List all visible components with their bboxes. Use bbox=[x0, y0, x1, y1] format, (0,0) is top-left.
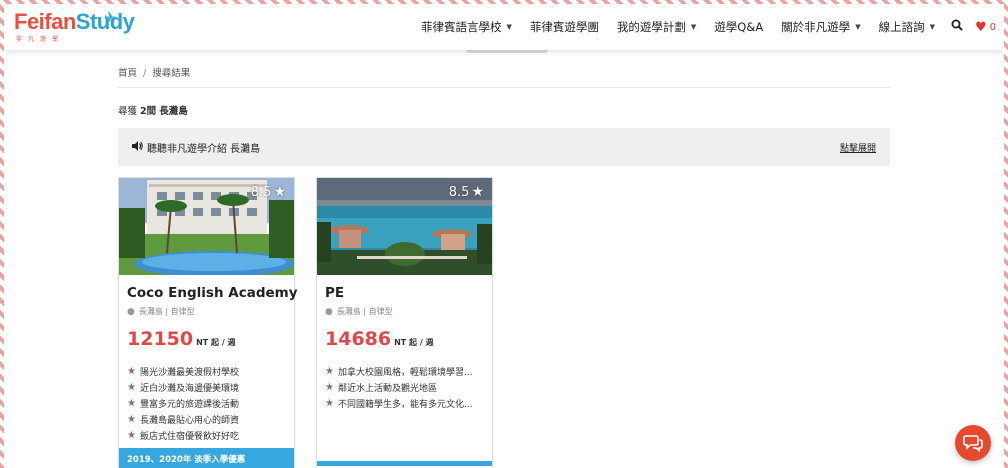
nav-qa[interactable]: 遊學Q&A bbox=[714, 19, 763, 35]
divider bbox=[118, 87, 890, 88]
header-tab-decoration bbox=[466, 50, 548, 53]
feature-item: ★ 近白沙灘及海邊優美環境 bbox=[127, 381, 239, 394]
caret-down-icon: ▼ bbox=[855, 23, 861, 31]
chat-icon bbox=[963, 435, 983, 452]
star-icon: ★ bbox=[127, 429, 136, 441]
rating: 8.5 ★ bbox=[448, 184, 484, 200]
breadcrumb-current: 搜尋結果 bbox=[152, 68, 191, 79]
feature-item: ★ 豐富多元的旅遊課後活動 bbox=[127, 397, 239, 410]
favorites-button[interactable]: ♥ 0 bbox=[975, 20, 996, 35]
site-logo[interactable]: FeifanStudy 非凡遊學 ✈ bbox=[14, 9, 135, 44]
map-pin-icon: ● bbox=[127, 306, 135, 317]
price-value: 12150 bbox=[127, 328, 194, 350]
promo-banner[interactable]: 2019、2020年 淡季入學優惠 bbox=[119, 448, 294, 468]
heart-icon: ♥ bbox=[974, 19, 987, 35]
nav-my-plan[interactable]: 我的遊學計劃 ▼ bbox=[617, 19, 696, 35]
caret-down-icon: ▼ bbox=[506, 23, 512, 31]
feature-list: ★ 陽光沙灘最美渡假村學校 ★ 近白沙灘及海邊優美環境 ★ 豐富多元的旅遊課後活動 ★… bbox=[127, 363, 239, 443]
feature-item: ★ 加拿大校園風格，輕鬆環境學習... bbox=[325, 365, 473, 378]
feature-item: ★ 陽光沙灘最美渡假村學校 bbox=[127, 365, 239, 378]
logo-subtitle: 非凡遊學 bbox=[16, 36, 65, 43]
price-unit: NT 起 / 週 bbox=[394, 338, 434, 347]
chat-button[interactable] bbox=[955, 425, 991, 461]
audio-intro-bar: 聽聽非凡遊學介紹 長灘島 點擊展開 bbox=[118, 128, 890, 166]
breadcrumb-separator: / bbox=[143, 68, 147, 79]
school-price: 12150 NT 起 / 週 bbox=[127, 328, 236, 350]
star-icon: ★ bbox=[325, 365, 334, 377]
feature-item: ★ 飯店式住宿優餐飲好好吃 bbox=[127, 429, 239, 442]
breadcrumb: 首頁 / 搜尋結果 bbox=[118, 65, 190, 79]
nav-study-tours[interactable]: 菲律賓遊學團 bbox=[530, 19, 599, 35]
expand-link[interactable]: 點擊展開 bbox=[840, 141, 876, 154]
school-image[interactable]: 8.5 ★ bbox=[317, 178, 492, 275]
result-summary: 尋獲 2間 長灘島 bbox=[118, 106, 188, 117]
favorites-count: 0 bbox=[989, 21, 996, 33]
map-pin-icon: ● bbox=[325, 306, 333, 317]
nav-about[interactable]: 關於非凡遊學 ▼ bbox=[781, 19, 860, 35]
school-card[interactable]: 8.5 ★ PE ● 長灘島 | 自律型 14686 NT 起 / 週 ★ 加拿大校園風… bbox=[316, 177, 493, 468]
caret-down-icon: ▼ bbox=[690, 23, 697, 31]
school-name[interactable]: PE bbox=[325, 285, 344, 301]
star-icon: ★ bbox=[273, 184, 286, 200]
search-icon[interactable] bbox=[951, 19, 963, 35]
caret-down-icon: ▼ bbox=[929, 23, 935, 31]
school-price: 14686 NT 起 / 週 bbox=[325, 328, 434, 350]
price-value: 14686 bbox=[325, 328, 392, 350]
feature-item: ★ 不同國籍學生多，能有多元文化... bbox=[325, 397, 473, 410]
star-icon: ★ bbox=[325, 397, 334, 409]
result-location: 長灘島 bbox=[159, 106, 188, 117]
star-icon: ★ bbox=[127, 365, 136, 377]
feature-list: ★ 加拿大校園風格，輕鬆環境學習... ★ 鄰近水上活動及觀光地區 ★ 不同國籍學生多… bbox=[325, 363, 473, 411]
star-icon: ★ bbox=[325, 381, 334, 393]
school-location: ● 長灘島 | 自律型 bbox=[325, 306, 393, 317]
result-count: 2間 bbox=[140, 106, 157, 117]
site-header: FeifanStudy 非凡遊學 ✈ 菲律賓語言學校 ▼ 菲律賓遊學團 我的遊學計… bbox=[4, 4, 1004, 50]
rating: 8.5 ★ bbox=[250, 184, 286, 200]
airplane-icon: ✈ bbox=[104, 10, 116, 26]
school-image[interactable]: 8.5 ★ bbox=[119, 178, 294, 275]
school-name[interactable]: Coco English Academy bbox=[127, 285, 298, 301]
audio-intro-label[interactable]: 聽聽非凡遊學介紹 長灘島 bbox=[132, 140, 260, 155]
star-icon: ★ bbox=[471, 184, 484, 200]
nav-language-schools[interactable]: 菲律賓語言學校 ▼ bbox=[421, 19, 512, 35]
main-nav: 菲律賓語言學校 ▼ 菲律賓遊學團 我的遊學計劃 ▼ 遊學Q&A 關於非凡遊學 ▼ 線上… bbox=[403, 4, 996, 50]
card-footer-bar bbox=[317, 461, 492, 466]
star-icon: ★ bbox=[127, 397, 136, 409]
star-icon: ★ bbox=[127, 381, 136, 393]
price-unit: NT 起 / 週 bbox=[196, 338, 236, 347]
nav-online-consult[interactable]: 線上諮詢 ▼ bbox=[879, 19, 935, 35]
logo-wordmark: FeifanStudy bbox=[14, 9, 135, 34]
page: FeifanStudy 非凡遊學 ✈ 菲律賓語言學校 ▼ 菲律賓遊學團 我的遊學計… bbox=[4, 4, 1004, 468]
school-card[interactable]: 8.5 ★ Coco English Academy ● 長灘島 | 自律型 121… bbox=[118, 177, 298, 468]
speaker-icon bbox=[132, 140, 143, 154]
school-location: ● 長灘島 | 自律型 bbox=[127, 306, 195, 317]
feature-item: ★ 鄰近水上活動及觀光地區 bbox=[325, 381, 437, 394]
star-icon: ★ bbox=[127, 413, 136, 425]
breadcrumb-home[interactable]: 首頁 bbox=[118, 68, 137, 79]
feature-item: ★ 長灘島最貼心用心的師資 bbox=[127, 413, 239, 426]
